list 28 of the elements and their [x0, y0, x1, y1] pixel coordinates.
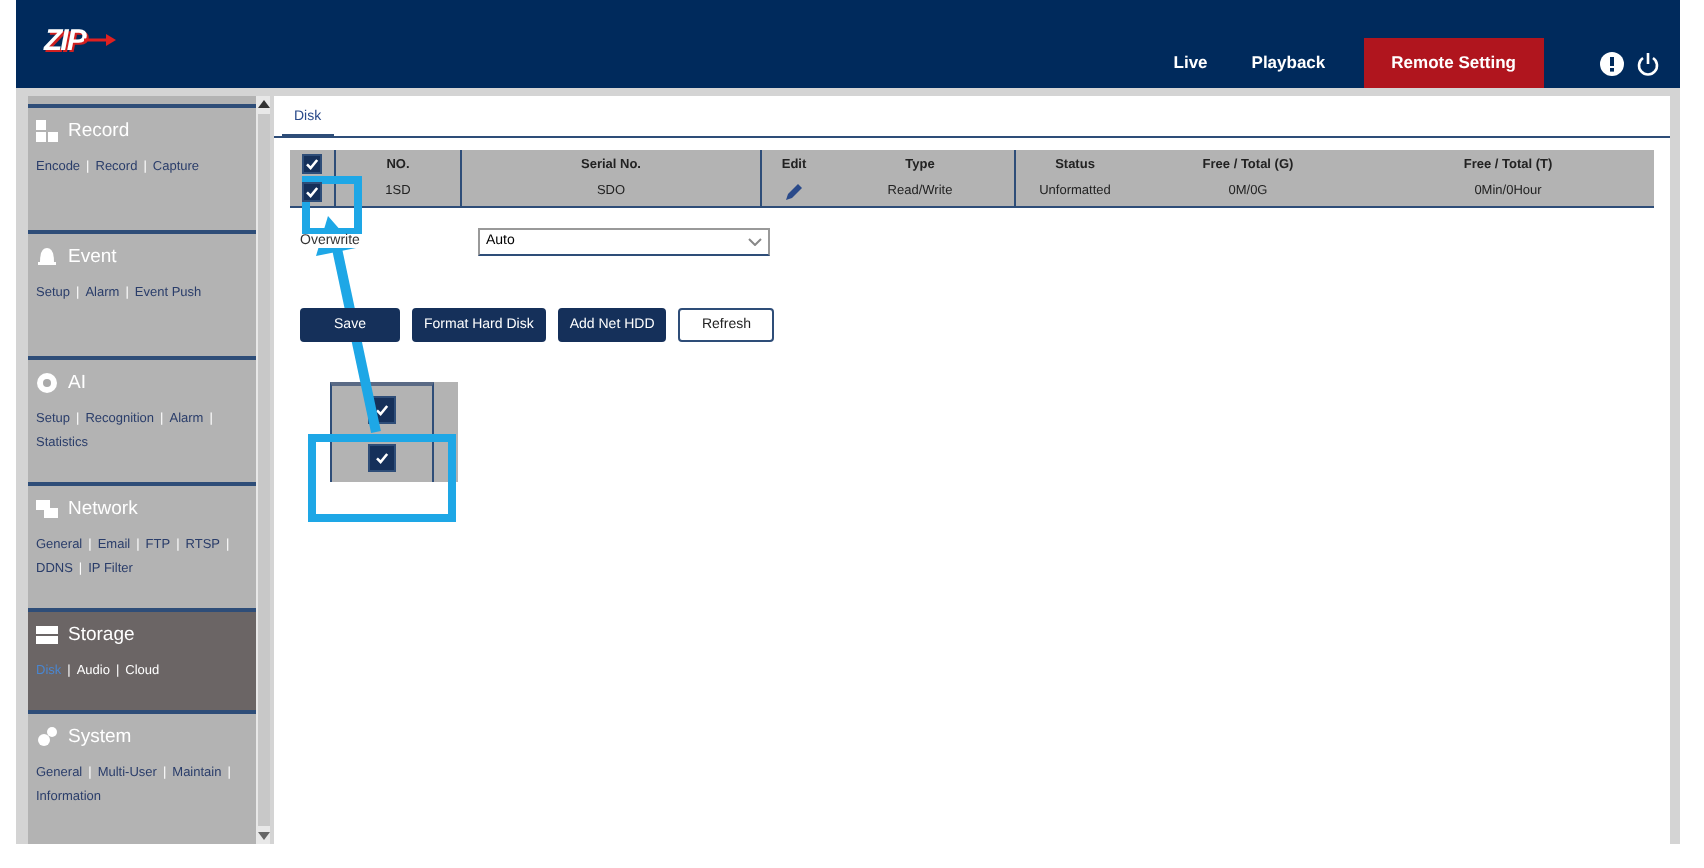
checkbox[interactable]	[302, 181, 322, 202]
checkbox[interactable]	[368, 444, 396, 472]
system-icon	[36, 726, 58, 748]
check-icon	[374, 450, 390, 466]
section-title: Event	[68, 246, 117, 268]
nav-tab[interactable]: Remote Setting	[1363, 38, 1544, 88]
power-icon	[1636, 51, 1660, 75]
checkbox[interactable]	[302, 154, 322, 174]
ai-icon	[36, 372, 58, 394]
scroll-down-icon	[257, 832, 269, 840]
scrollbar[interactable]	[256, 96, 270, 844]
section-title: Record	[68, 120, 130, 142]
nav-tab[interactable]: Playback	[1229, 38, 1348, 88]
logo: ZIP	[44, 23, 117, 57]
network-icon	[36, 498, 58, 520]
event-icon	[36, 246, 58, 268]
record-icon	[36, 120, 58, 142]
info-icon	[1600, 51, 1624, 75]
section-title: System	[68, 726, 132, 748]
scroll-up-icon	[257, 100, 269, 108]
storage-icon	[36, 624, 58, 646]
section-title: AI	[68, 372, 86, 394]
pencil-icon	[784, 181, 804, 202]
chevron-icon	[747, 237, 762, 245]
section-title: Network	[68, 498, 138, 520]
section-title: Storage	[68, 624, 135, 646]
check-icon	[374, 402, 390, 418]
nav-tab[interactable]: Live	[1151, 38, 1230, 88]
